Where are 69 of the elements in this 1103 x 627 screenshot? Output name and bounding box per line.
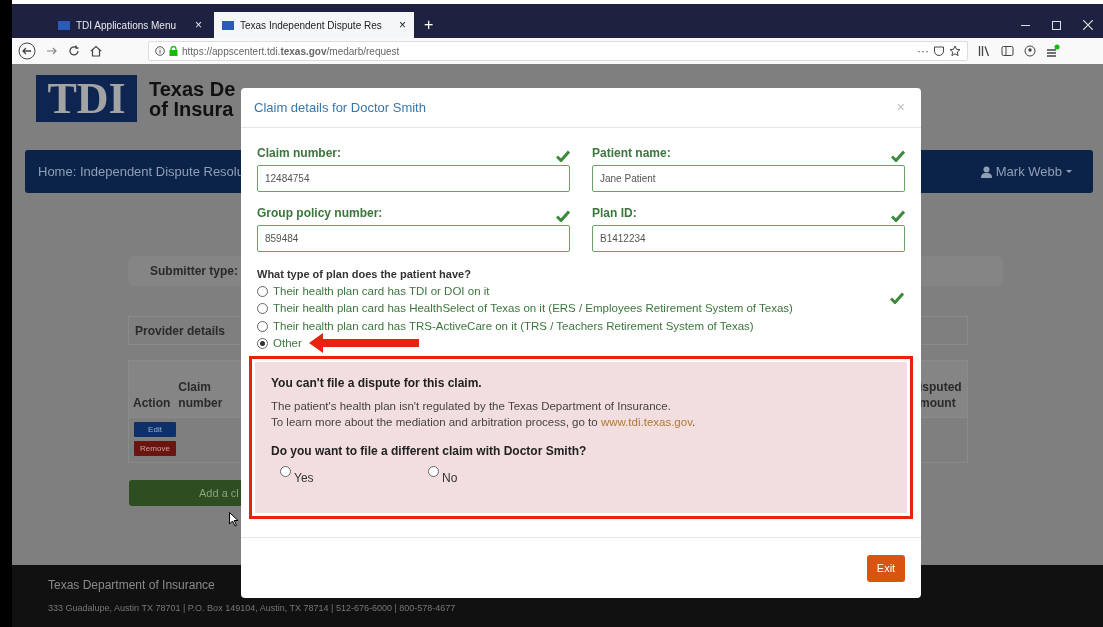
row-button[interactable]: Remove: [134, 441, 176, 456]
lock-icon: [169, 46, 178, 56]
radio-label[interactable]: Their health plan card has TDI or DOI on it: [273, 282, 490, 300]
account-icon[interactable]: [1024, 45, 1036, 57]
url-text: https://appscentert.tdi.texas.gov/medarb/request: [182, 44, 400, 59]
radio-button[interactable]: [257, 303, 268, 315]
submitter-label: Submitter type:: [150, 263, 238, 280]
star-icon[interactable]: [949, 45, 961, 57]
field-label: Patient name:: [592, 145, 671, 162]
tab-title: Texas Independent Dispute Res: [240, 18, 383, 33]
input-field[interactable]: B1412234: [592, 225, 905, 252]
user-icon: [980, 165, 992, 178]
tab-title: TDI Applications Menu: [76, 18, 178, 33]
reload-icon[interactable]: [68, 45, 80, 57]
radio-label[interactable]: Their health plan card has HealthSelect of Texas on it (ERS / Employees Retirement System of Texas): [273, 300, 793, 318]
browser-tab[interactable]: TDI Applications Menu ×: [50, 12, 210, 38]
radio-button[interactable]: [428, 465, 439, 477]
dialog-title: Claim details for Doctor Smith: [254, 98, 426, 117]
shield-icon[interactable]: [933, 45, 945, 57]
column-header: Action: [132, 395, 172, 412]
field-label: Claim number:: [257, 145, 341, 162]
user-menu[interactable]: Mark Webb: [980, 161, 1080, 182]
radio-label[interactable]: Yes: [294, 468, 314, 487]
new-tab-button[interactable]: +: [418, 12, 440, 38]
favicon-icon: [222, 20, 234, 30]
radio-label[interactable]: No: [442, 468, 458, 487]
close-icon[interactable]: [1083, 20, 1093, 30]
radio-button[interactable]: [257, 320, 268, 332]
minimize-icon[interactable]: [1021, 24, 1030, 26]
field-label: Group policy number:: [257, 205, 383, 222]
alert-title: You can't file a dispute for this claim.: [271, 374, 483, 392]
sidebar-icon[interactable]: [1001, 45, 1014, 57]
info-icon: [155, 46, 165, 56]
menu-icon[interactable]: [1046, 44, 1060, 58]
logo-text: Texas De: [149, 78, 236, 99]
input-field[interactable]: 12484754: [257, 165, 570, 192]
back-icon[interactable]: [18, 42, 36, 60]
logo-mark: TDI: [36, 75, 137, 122]
favicon-icon: [58, 20, 70, 30]
radio-button[interactable]: [257, 338, 268, 350]
footer-title: Texas Department of Insurance: [48, 577, 216, 595]
alert-message: The patient's health plan isn't regulated by the Texas Department of Insurance.: [271, 398, 672, 414]
maximize-icon[interactable]: [1052, 20, 1061, 30]
radio-button[interactable]: [257, 285, 268, 297]
column-header: Claim number: [177, 379, 224, 412]
browser-tab[interactable]: Texas Independent Dispute Res ×: [214, 12, 414, 38]
exit-button[interactable]: Exit: [867, 554, 905, 582]
radio-label[interactable]: Their health plan card has TRS-ActiveCare on it (TRS / Teachers Retirement System of Texas): [273, 317, 754, 335]
close-icon[interactable]: ×: [399, 16, 406, 34]
row-button[interactable]: Edit: [134, 422, 176, 437]
plan-question: What type of plan does the patient have?: [257, 267, 472, 282]
logo-text: of Insura: [149, 98, 235, 119]
provider-label: Provider details: [135, 322, 226, 340]
mouse-cursor-icon: [229, 512, 239, 527]
forward-icon[interactable]: [46, 45, 58, 57]
alert-question: Do you want to file a different claim with Doctor Smith?: [271, 442, 588, 460]
radio-label[interactable]: Other: [273, 335, 302, 353]
input-field[interactable]: 859484: [257, 225, 570, 252]
field-label: Plan ID:: [592, 205, 637, 222]
library-icon[interactable]: [978, 45, 991, 57]
input-field[interactable]: Jane Patient: [592, 165, 905, 192]
address-bar[interactable]: https://appscentert.tdi.texas.gov/medarb/request ···: [148, 41, 968, 61]
radio-button[interactable]: [280, 465, 291, 477]
footer-address: 333 Guadalupe, Austin TX 78701 | P.O. Box 149104, Austin, TX 78714 | 512-676-6000 | 800-578-4677: [48, 602, 457, 616]
page-actions-icon[interactable]: ···: [917, 42, 929, 60]
close-icon[interactable]: ×: [195, 16, 202, 34]
alert-message: To learn more about the mediation and arbitration process, go to www.tdi.texas.gov.: [271, 414, 697, 430]
caret-icon: [1066, 170, 1072, 173]
home-icon[interactable]: [90, 45, 102, 57]
